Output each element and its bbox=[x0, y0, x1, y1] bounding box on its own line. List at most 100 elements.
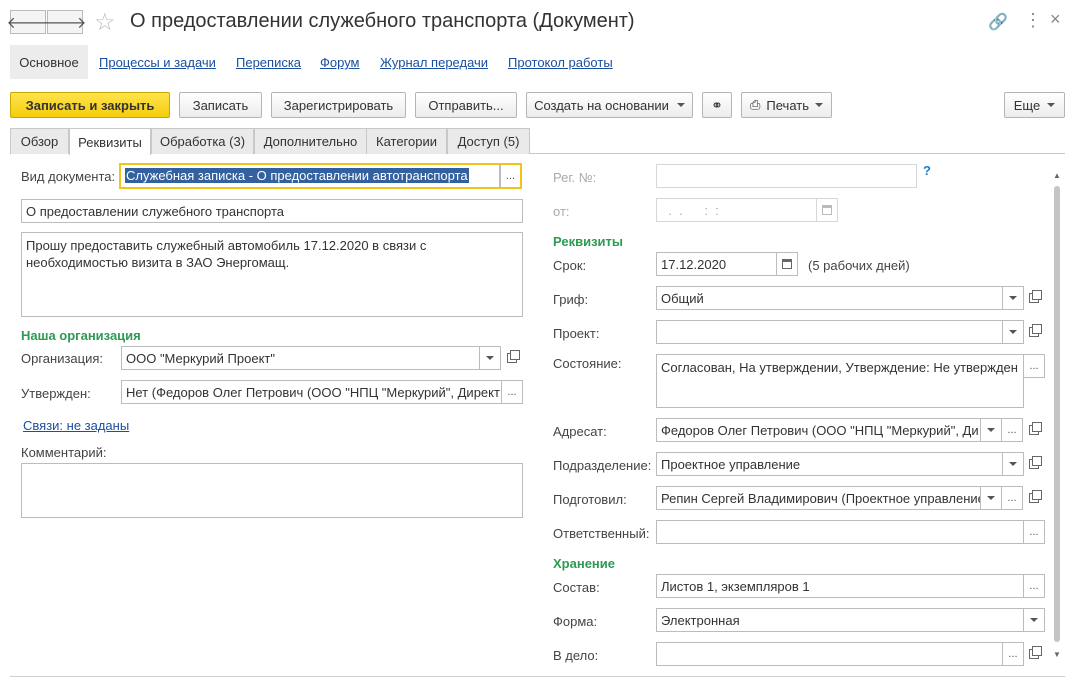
doc-type-field[interactable]: Служебная записка - О предоставлении авт… bbox=[119, 163, 501, 189]
prepared-dropdown-button[interactable] bbox=[980, 486, 1002, 510]
addressee-open-button[interactable] bbox=[1023, 418, 1045, 442]
responsible-field[interactable] bbox=[656, 520, 1024, 544]
reg-number-field[interactable] bbox=[656, 164, 917, 188]
org-label: Организация: bbox=[21, 351, 104, 366]
form-label: Форма: bbox=[553, 614, 598, 629]
dropdown-arrow-icon bbox=[676, 103, 685, 107]
tab-requisites[interactable]: Реквизиты bbox=[69, 128, 151, 155]
addressee-dropdown-button[interactable] bbox=[980, 418, 1002, 442]
org-dropdown-button[interactable] bbox=[479, 346, 501, 370]
scrollbar-thumb[interactable] bbox=[1054, 186, 1060, 642]
section-processes[interactable]: Процессы и задачи bbox=[99, 55, 216, 70]
project-dropdown-button[interactable] bbox=[1002, 320, 1024, 344]
body-textarea[interactable]: Прошу предоставить служебный автомобиль … bbox=[21, 232, 523, 317]
save-button[interactable]: Записать bbox=[179, 92, 262, 118]
more-label: Еще bbox=[1013, 97, 1041, 113]
create-based-label: Создать на основании bbox=[534, 97, 669, 113]
state-choose-button[interactable]: ... bbox=[1023, 354, 1045, 378]
department-field[interactable]: Проектное управление bbox=[656, 452, 1003, 476]
dropdown-arrow-icon bbox=[1009, 296, 1017, 300]
more-button[interactable]: Еще bbox=[1004, 92, 1065, 118]
approved-field[interactable]: Нет (Федоров Олег Петрович (ООО "НПЦ "Ме… bbox=[121, 380, 502, 404]
prepared-choose-button[interactable]: ... bbox=[1001, 486, 1023, 510]
doc-type-choose-button[interactable]: ... bbox=[500, 163, 522, 189]
comment-label: Комментарий: bbox=[21, 445, 107, 460]
links-link[interactable]: Связи: не заданы bbox=[23, 418, 129, 433]
addressee-label: Адресат: bbox=[553, 424, 607, 439]
addressee-field[interactable]: Федоров Олег Петрович (ООО "НПЦ "Меркури… bbox=[656, 418, 981, 442]
back-button[interactable]: 🡐 bbox=[7, 10, 49, 34]
printer-icon: ⎙ bbox=[750, 97, 761, 112]
approved-choose-button[interactable]: ... bbox=[501, 380, 523, 404]
composition-field[interactable]: Листов 1, экземпляров 1 bbox=[656, 574, 1024, 598]
dropdown-arrow-icon bbox=[987, 496, 995, 500]
grif-dropdown-button[interactable] bbox=[1002, 286, 1024, 310]
close-icon[interactable]: × bbox=[1050, 9, 1061, 30]
section-correspondence[interactable]: Переписка bbox=[236, 55, 301, 70]
form-dropdown-button[interactable] bbox=[1023, 608, 1045, 632]
arrow-right-icon: 🡒 bbox=[43, 14, 87, 32]
file-choose-button[interactable]: ... bbox=[1002, 642, 1024, 666]
file-open-button[interactable] bbox=[1023, 642, 1045, 666]
tab-processing[interactable]: Обработка (3) bbox=[151, 128, 254, 154]
file-field[interactable] bbox=[656, 642, 1003, 666]
responsible-label: Ответственный: bbox=[553, 526, 650, 541]
prepared-open-button[interactable] bbox=[1023, 486, 1045, 510]
department-open-button[interactable] bbox=[1023, 452, 1045, 476]
project-label: Проект: bbox=[553, 326, 600, 341]
register-button[interactable]: Зарегистрировать bbox=[271, 92, 406, 118]
org-field[interactable]: ООО "Меркурий Проект" bbox=[121, 346, 480, 370]
composition-choose-button[interactable]: ... bbox=[1023, 574, 1045, 598]
scroll-up-arrow-icon[interactable]: ▲ bbox=[1052, 171, 1062, 180]
due-date-calendar-button[interactable] bbox=[776, 252, 798, 276]
composition-label: Состав: bbox=[553, 580, 600, 595]
link-icon[interactable]: 🔗 bbox=[988, 12, 1008, 32]
forward-button[interactable]: 🡒 bbox=[44, 10, 86, 34]
comment-textarea[interactable] bbox=[21, 463, 523, 518]
grif-open-button[interactable] bbox=[1023, 286, 1045, 310]
department-label: Подразделение: bbox=[553, 458, 652, 473]
section-main[interactable]: Основное bbox=[10, 45, 88, 79]
org-open-button[interactable] bbox=[501, 346, 523, 370]
help-icon[interactable]: ? bbox=[923, 163, 931, 178]
section-forum[interactable]: Форум bbox=[320, 55, 360, 70]
print-label: Печать bbox=[766, 97, 809, 113]
subject-field[interactable]: О предоставлении служебного транспорта bbox=[21, 199, 523, 223]
share-button[interactable]: ⚭ bbox=[702, 92, 732, 118]
tab-categories[interactable]: Категории bbox=[366, 128, 447, 154]
prepared-field[interactable]: Репин Сергей Владимирович (Проектное упр… bbox=[656, 486, 981, 510]
state-field[interactable]: Согласован, На утверждении, Утверждение:… bbox=[656, 354, 1024, 408]
department-dropdown-button[interactable] bbox=[1002, 452, 1024, 476]
dropdown-arrow-icon bbox=[486, 356, 494, 360]
addressee-choose-button[interactable]: ... bbox=[1001, 418, 1023, 442]
send-button[interactable]: Отправить... bbox=[415, 92, 517, 118]
form-field[interactable]: Электронная bbox=[656, 608, 1024, 632]
page-title: О предоставлении служебного транспорта (… bbox=[130, 10, 635, 32]
doc-type-label: Вид документа: bbox=[21, 169, 116, 184]
open-icon bbox=[1029, 324, 1042, 337]
dropdown-arrow-icon bbox=[1009, 330, 1017, 334]
print-button[interactable]: ⎙ Печать bbox=[741, 92, 832, 118]
reg-date-calendar-button[interactable] bbox=[816, 198, 838, 222]
create-based-button[interactable]: Создать на основании bbox=[526, 92, 693, 118]
reg-date-field[interactable]: . . : : bbox=[656, 198, 817, 222]
scroll-down-arrow-icon[interactable]: ▼ bbox=[1052, 650, 1062, 659]
due-date-field[interactable]: 17.12.2020 bbox=[656, 252, 777, 276]
open-icon bbox=[507, 350, 520, 363]
responsible-choose-button[interactable]: ... bbox=[1023, 520, 1045, 544]
tab-additional[interactable]: Дополнительно bbox=[254, 128, 367, 154]
reg-number-label: Рег. №: bbox=[553, 170, 597, 185]
tab-access[interactable]: Доступ (5) bbox=[447, 128, 530, 154]
tab-overview[interactable]: Обзор bbox=[10, 128, 69, 154]
favorite-star-icon[interactable]: ☆ bbox=[94, 8, 116, 37]
project-open-button[interactable] bbox=[1023, 320, 1045, 344]
doc-type-value: Служебная записка - О предоставлении авт… bbox=[125, 168, 469, 183]
project-field[interactable] bbox=[656, 320, 1003, 344]
dropdown-arrow-icon bbox=[1009, 462, 1017, 466]
section-transfer-log[interactable]: Журнал передачи bbox=[380, 55, 488, 70]
save-and-close-button[interactable]: Записать и закрыть bbox=[10, 92, 170, 118]
section-work-log[interactable]: Протокол работы bbox=[508, 55, 613, 70]
state-label: Состояние: bbox=[553, 356, 622, 371]
more-menu-icon[interactable]: ⋮ bbox=[1024, 10, 1042, 31]
grif-field[interactable]: Общий bbox=[656, 286, 1003, 310]
